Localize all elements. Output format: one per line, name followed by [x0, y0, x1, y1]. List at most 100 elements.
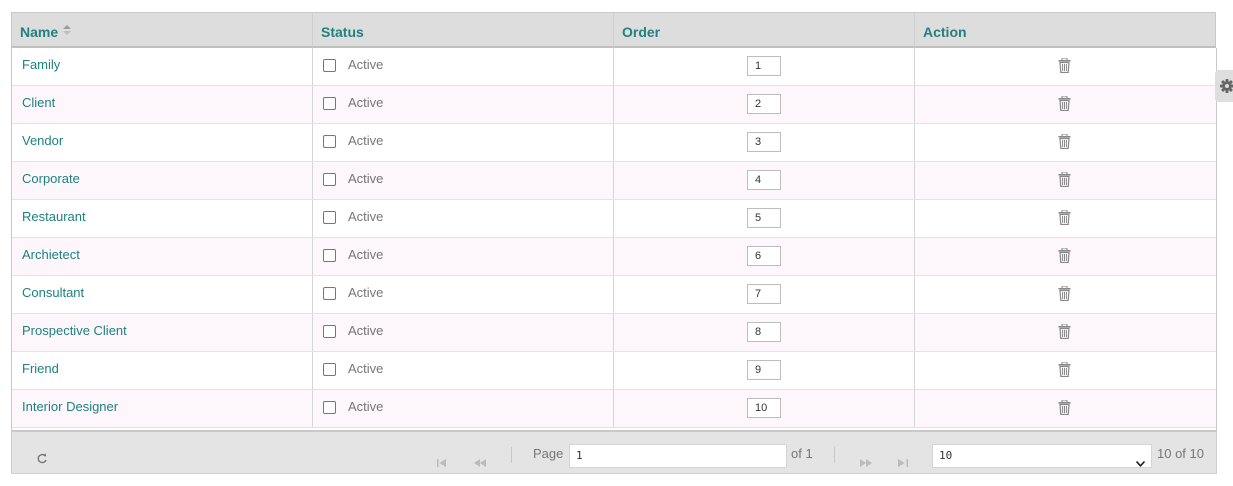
order-cell: 6 [614, 238, 915, 275]
status-checkbox[interactable] [323, 363, 336, 376]
status-checkbox[interactable] [323, 287, 336, 300]
trash-icon[interactable] [1058, 133, 1071, 154]
first-page-icon[interactable] [437, 454, 447, 472]
settings-tab[interactable] [1215, 70, 1233, 102]
status-label: Active [348, 57, 384, 72]
order-input[interactable]: 9 [747, 360, 781, 380]
grid-body: Family Active 1 Client Active 2 Vendor A… [11, 48, 1217, 430]
table-row: Corporate Active 4 [12, 162, 1216, 200]
trash-icon[interactable] [1058, 285, 1071, 306]
status-checkbox[interactable] [323, 211, 336, 224]
status-checkbox[interactable] [323, 325, 336, 338]
row-name-link[interactable]: Vendor [12, 124, 313, 161]
action-cell [915, 162, 1216, 199]
trash-icon[interactable] [1058, 399, 1071, 420]
column-header-action[interactable]: Action [915, 13, 1215, 47]
order-cell: 10 [614, 390, 915, 427]
data-grid: Name Status Order Action Family Active 1… [11, 12, 1217, 474]
order-cell: 5 [614, 200, 915, 237]
order-input[interactable]: 6 [747, 246, 781, 266]
trash-icon[interactable] [1058, 57, 1071, 78]
page-size-value: 10 [939, 449, 953, 462]
status-checkbox[interactable] [323, 173, 336, 186]
order-input[interactable]: 5 [747, 208, 781, 228]
action-cell [915, 352, 1216, 389]
status-cell: Active [313, 162, 614, 199]
trash-icon[interactable] [1058, 209, 1071, 230]
order-input[interactable]: 1 [747, 56, 781, 76]
action-cell [915, 124, 1216, 161]
sort-icon[interactable] [63, 25, 72, 35]
gear-icon [1220, 79, 1233, 98]
row-name-link[interactable]: Client [12, 86, 313, 123]
status-checkbox[interactable] [323, 249, 336, 262]
status-checkbox[interactable] [323, 135, 336, 148]
row-name-link[interactable]: Restaurant [12, 200, 313, 237]
pager-separator [834, 447, 835, 463]
table-row: Client Active 2 [12, 86, 1216, 124]
column-header-order[interactable]: Order [614, 13, 915, 47]
row-name-link[interactable]: Friend [12, 352, 313, 389]
page-size-select[interactable]: 10 [932, 444, 1152, 468]
order-input[interactable]: 10 [747, 398, 781, 418]
grid-header: Name Status Order Action [11, 12, 1216, 48]
pager-bar: Page 1 of 1 10 10 of 10 [11, 430, 1217, 474]
status-cell: Active [313, 352, 614, 389]
order-input[interactable]: 4 [747, 170, 781, 190]
status-cell: Active [313, 238, 614, 275]
trash-icon[interactable] [1058, 361, 1071, 382]
action-cell [915, 200, 1216, 237]
status-cell: Active [313, 124, 614, 161]
order-cell: 8 [614, 314, 915, 351]
next-page-icon[interactable] [860, 454, 872, 472]
trash-icon[interactable] [1058, 171, 1071, 192]
order-input[interactable]: 2 [747, 94, 781, 114]
last-page-icon[interactable] [898, 454, 908, 472]
page-count-label: of 1 [791, 446, 813, 461]
status-checkbox[interactable] [323, 401, 336, 414]
column-header-name[interactable]: Name [12, 13, 313, 47]
table-row: Family Active 1 [12, 48, 1216, 86]
status-label: Active [348, 285, 384, 300]
status-cell: Active [313, 314, 614, 351]
trash-icon[interactable] [1058, 323, 1071, 344]
page-number-input[interactable]: 1 [569, 444, 787, 468]
trash-icon[interactable] [1058, 95, 1071, 116]
action-cell [915, 390, 1216, 427]
status-checkbox[interactable] [323, 97, 336, 110]
order-cell: 4 [614, 162, 915, 199]
table-row: Archietect Active 6 [12, 238, 1216, 276]
order-cell: 3 [614, 124, 915, 161]
row-name-link[interactable]: Corporate [12, 162, 313, 199]
status-checkbox[interactable] [323, 59, 336, 72]
row-name-link[interactable]: Prospective Client [12, 314, 313, 351]
status-cell: Active [313, 390, 614, 427]
table-row: Restaurant Active 5 [12, 200, 1216, 238]
refresh-icon[interactable] [36, 452, 48, 470]
action-cell [915, 314, 1216, 351]
row-name-link[interactable]: Family [12, 48, 313, 85]
pager-separator [511, 447, 512, 463]
status-cell: Active [313, 200, 614, 237]
order-input[interactable]: 7 [747, 284, 781, 304]
order-input[interactable]: 3 [747, 132, 781, 152]
column-header-status[interactable]: Status [313, 13, 614, 47]
row-name-link[interactable]: Interior Designer [12, 390, 313, 427]
status-label: Active [348, 95, 384, 110]
order-input[interactable]: 8 [747, 322, 781, 342]
action-cell [915, 276, 1216, 313]
row-name-link[interactable]: Archietect [12, 238, 313, 275]
prev-page-icon[interactable] [474, 454, 486, 472]
table-row: Vendor Active 3 [12, 124, 1216, 162]
action-cell [915, 238, 1216, 275]
records-count-label: 10 of 10 [1157, 446, 1204, 461]
status-label: Active [348, 323, 384, 338]
table-row: Consultant Active 7 [12, 276, 1216, 314]
row-name-link[interactable]: Consultant [12, 276, 313, 313]
trash-icon[interactable] [1058, 247, 1071, 268]
status-label: Active [348, 171, 384, 186]
status-label: Active [348, 399, 384, 414]
order-cell: 1 [614, 48, 915, 85]
table-row: Friend Active 9 [12, 352, 1216, 390]
page-label: Page [533, 446, 564, 461]
